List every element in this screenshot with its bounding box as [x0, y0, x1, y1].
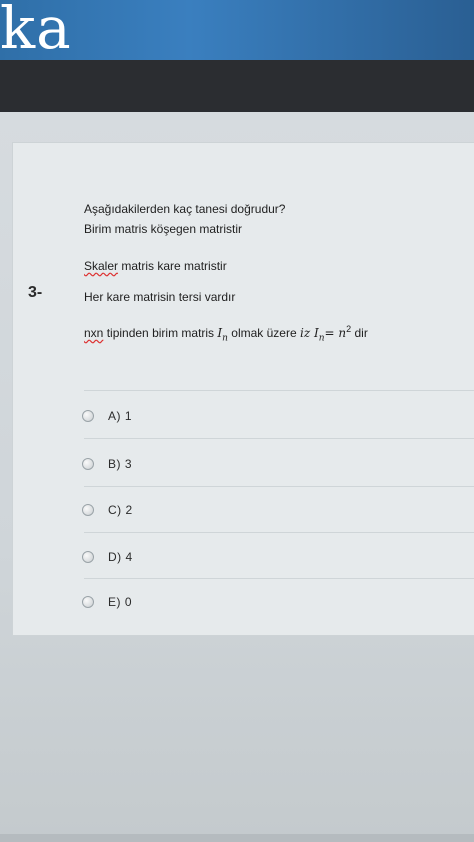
option-d-label: D) 4	[108, 550, 133, 564]
statement-4-mid: tipinden birim matris	[103, 326, 218, 340]
option-b[interactable]: B) 3	[82, 455, 132, 473]
statement-4-olmak: olmak üzere	[227, 326, 300, 340]
option-d[interactable]: D) 4	[82, 548, 133, 566]
brand-logo-text: ka	[0, 0, 72, 60]
question-number: 3-	[28, 284, 43, 301]
option-divider	[84, 532, 474, 533]
question-prompt: Aşağıdakilerden kaç tanesi doğrudur?	[84, 202, 286, 216]
option-divider	[84, 438, 474, 439]
options-divider-top	[84, 390, 474, 391]
statement-2-rest: matris kare matristir	[118, 259, 227, 273]
option-divider	[84, 486, 474, 487]
option-divider	[84, 578, 474, 579]
statement-2: Skaler matris kare matristir	[84, 259, 227, 273]
radio-icon[interactable]	[82, 410, 94, 422]
statement-2-word: Skaler	[84, 259, 119, 273]
math-equals-n: = n	[324, 326, 347, 340]
radio-icon[interactable]	[82, 458, 94, 470]
bottom-edge	[0, 834, 474, 842]
option-c-label: C) 2	[108, 503, 133, 517]
header-dark-band	[0, 60, 474, 112]
statement-4-end: dir	[351, 326, 368, 340]
radio-icon[interactable]	[82, 596, 94, 608]
option-c[interactable]: C) 2	[82, 501, 133, 519]
option-a-label: A) 1	[108, 409, 133, 423]
option-b-label: B) 3	[108, 457, 133, 471]
statement-4: nxn tipinden birim matris In olmak üzere…	[84, 324, 368, 343]
statement-3: Her kare matrisin tersi vardır	[84, 290, 236, 304]
statement-1: Birim matris köşegen matristir	[84, 222, 243, 236]
math-iz: iz	[299, 326, 314, 340]
option-e-label: E) 0	[108, 595, 133, 609]
radio-icon[interactable]	[82, 504, 94, 516]
option-a[interactable]: A) 1	[82, 407, 132, 425]
header-banner: ka	[0, 0, 474, 60]
radio-icon[interactable]	[82, 551, 94, 563]
option-e[interactable]: E) 0	[82, 593, 132, 611]
statement-4-word: nxn	[84, 326, 104, 340]
